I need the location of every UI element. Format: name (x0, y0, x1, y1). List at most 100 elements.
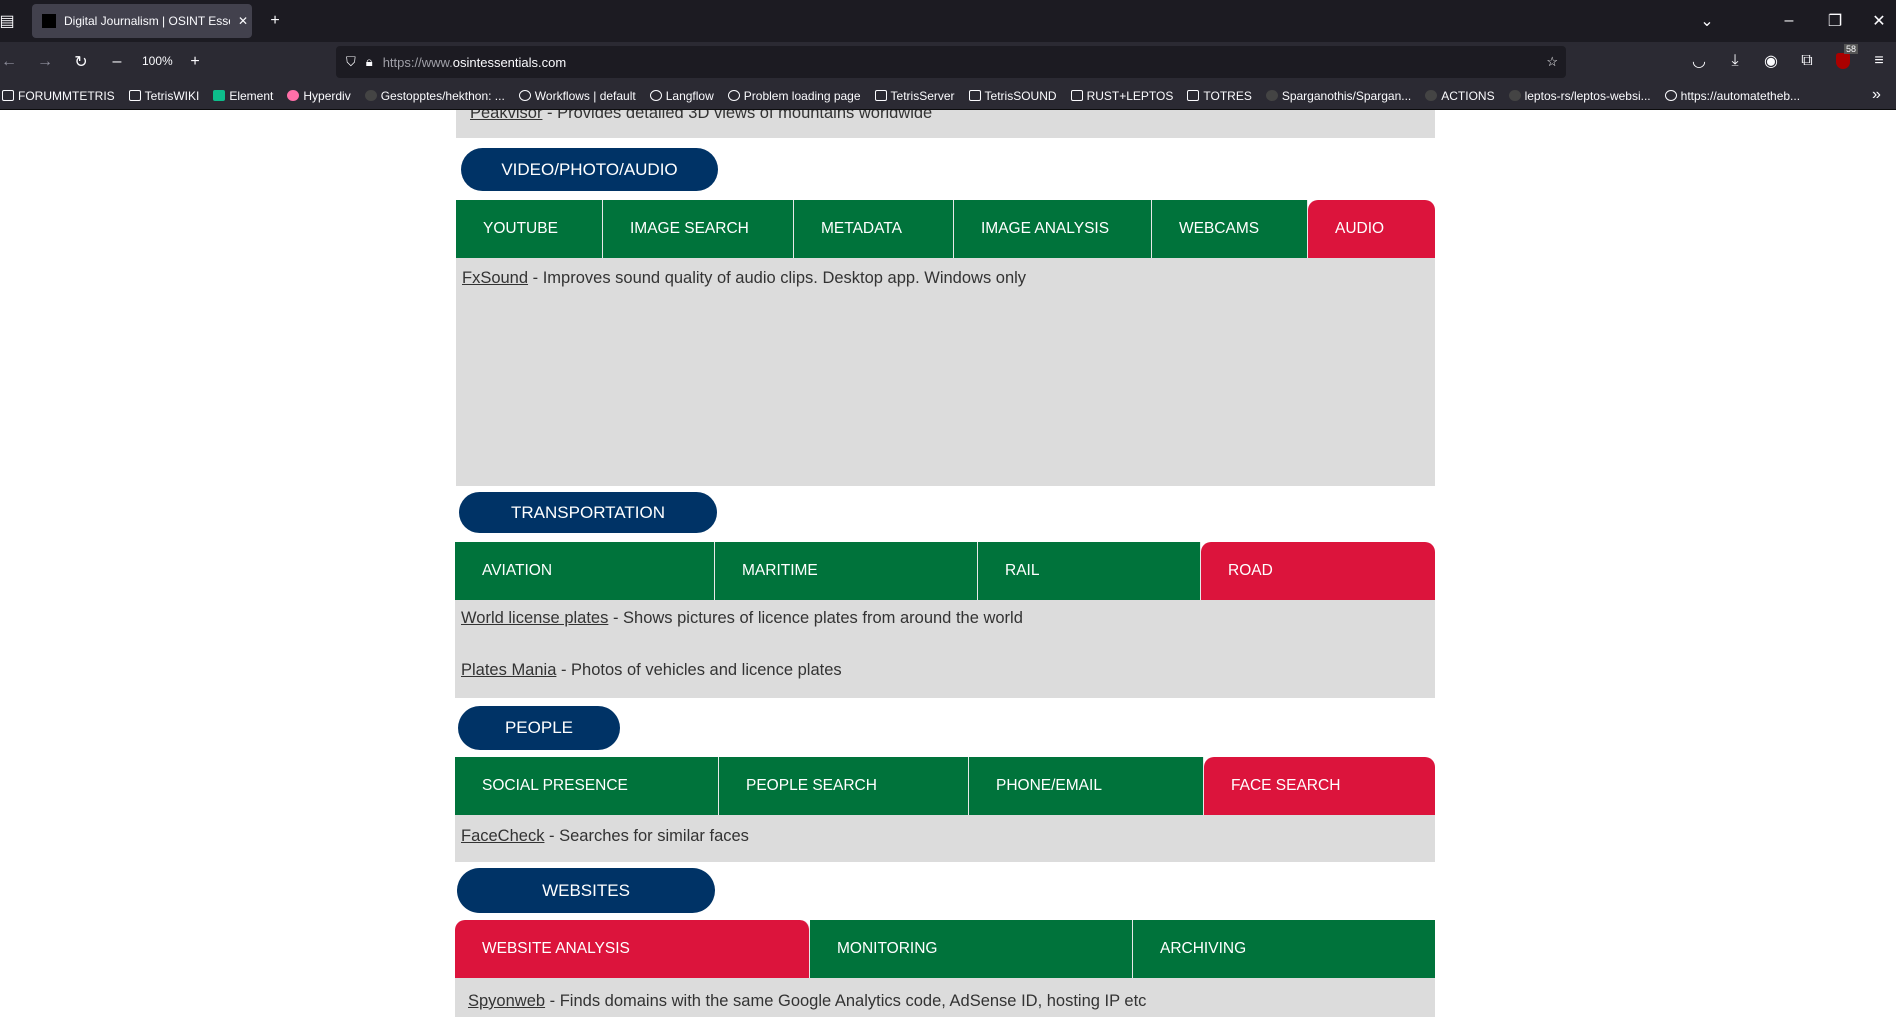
github-icon (1508, 90, 1521, 101)
resource-description: - Finds domains with the same Google Ana… (545, 992, 1147, 1010)
video-tab-content: FxSound - Improves sound quality of audi… (456, 258, 1435, 486)
back-button[interactable]: ← (0, 49, 22, 75)
resource-link[interactable]: FaceCheck (461, 827, 544, 845)
element-icon (213, 90, 226, 101)
tab-list-icon[interactable]: ▤ (0, 8, 20, 34)
tab-archiving[interactable]: ARCHIVING (1133, 920, 1435, 978)
pocket-icon[interactable]: ◡ (1686, 48, 1712, 74)
tab-people-search[interactable]: PEOPLE SEARCH (719, 757, 969, 815)
peakvisor-link[interactable]: Peakvisor (470, 110, 542, 122)
list-item: FaceCheck - Searches for similar faces (461, 827, 749, 846)
bookmarks-overflow-icon[interactable]: » (1872, 86, 1881, 104)
url-domain: osintessentials.com (452, 54, 567, 70)
bookmark-label: RUST+LEPTOS (1086, 88, 1174, 103)
folder-icon (2, 90, 14, 101)
ublock-icon[interactable]: 58 (1830, 44, 1858, 74)
bookmark-item[interactable]: Gestopptes/hekthon: ... (364, 88, 505, 103)
tab-rail[interactable]: RAIL (978, 542, 1201, 600)
tab-image-search[interactable]: IMAGE SEARCH (603, 200, 794, 258)
close-window-button[interactable]: ✕ (1866, 8, 1892, 34)
transport-tab-content: World license plates - Shows pictures of… (455, 600, 1435, 698)
tab-maritime[interactable]: MARITIME (715, 542, 978, 600)
extensions-icon[interactable]: ⧉ (1794, 48, 1820, 74)
resource-link[interactable]: World license plates (461, 609, 608, 627)
bookmark-label: Element (229, 88, 274, 103)
tab-metadata[interactable]: METADATA (794, 200, 954, 258)
extension-badge: 58 (1843, 44, 1858, 54)
bookmark-item[interactable]: Langflow (649, 88, 714, 103)
zoom-in-button[interactable]: + (182, 49, 208, 75)
bookmark-item[interactable]: TetrisWIKI (128, 88, 200, 103)
menu-icon[interactable]: ≡ (1866, 48, 1892, 74)
bookmark-label: Gestopptes/hekthon: ... (380, 88, 505, 103)
resource-link[interactable]: Plates Mania (461, 661, 556, 679)
new-tab-button[interactable]: + (262, 8, 288, 34)
resource-description: - Improves sound quality of audio clips.… (528, 269, 1027, 287)
chevron-down-icon[interactable]: ⌄ (1694, 8, 1720, 34)
account-icon[interactable]: ◉ (1758, 48, 1784, 74)
websites-heading: WEBSITES (457, 868, 715, 913)
hyperdiv-icon (287, 90, 300, 101)
zoom-level[interactable]: 100% (142, 54, 173, 68)
tab-aviation[interactable]: AVIATION (455, 542, 715, 600)
bookmark-label: ACTIONS (1441, 88, 1495, 103)
bookmark-item[interactable]: FORUMMTETRIS (2, 89, 115, 103)
bookmark-label: Langflow (665, 88, 714, 103)
totres-icon (1187, 90, 1200, 101)
tab-road[interactable]: ROAD (1201, 542, 1435, 600)
url-text[interactable]: https://www.osintessentials.com (383, 55, 567, 70)
reload-button[interactable]: ↻ (68, 49, 94, 75)
resource-link[interactable]: Spyonweb (468, 992, 545, 1010)
bookmark-item[interactable]: TOTRES (1187, 88, 1252, 103)
websites-tabs: WEBSITE ANALYSIS MONITORING ARCHIVING (455, 920, 1435, 978)
bookmark-item[interactable]: Sparganothis/Spargan... (1265, 89, 1411, 103)
bookmark-item[interactable]: ACTIONS (1425, 88, 1495, 103)
tab-audio[interactable]: AUDIO (1308, 200, 1435, 258)
shield-icon[interactable]: ⛉ (346, 54, 356, 70)
zoom-out-button[interactable]: – (104, 49, 130, 75)
tab-face-search[interactable]: FACE SEARCH (1204, 757, 1435, 815)
people-tab-content: FaceCheck - Searches for similar faces (455, 815, 1435, 862)
folder-icon (128, 90, 141, 101)
download-icon[interactable]: ⤓ (1722, 48, 1748, 74)
tab-webcams[interactable]: WEBCAMS (1152, 200, 1308, 258)
tab-monitoring[interactable]: MONITORING (810, 920, 1133, 978)
bookmark-item[interactable]: leptos-rs/leptos-websi... (1508, 88, 1651, 103)
bookmark-label: TetrisWIKI (144, 88, 200, 103)
bookmark-label: TetrisSOUND (984, 88, 1057, 103)
resource-link[interactable]: FxSound (462, 269, 528, 287)
bookmark-label: TOTRES (1203, 88, 1252, 103)
video-heading: VIDEO/PHOTO/AUDIO (461, 148, 718, 191)
restore-button[interactable]: ❐ (1822, 8, 1848, 34)
bookmark-label: leptos-rs/leptos-websi... (1524, 88, 1651, 103)
bookmark-item[interactable]: RUST+LEPTOS (1070, 88, 1174, 103)
tab-phone-email[interactable]: PHONE/EMAIL (969, 757, 1204, 815)
url-prefix: https://www. (382, 54, 453, 70)
github-icon (364, 90, 377, 101)
tab-image-analysis[interactable]: IMAGE ANALYSIS (954, 200, 1152, 258)
bookmark-item[interactable]: Problem loading page (727, 89, 861, 103)
bookmark-item[interactable]: Workflows | default (518, 89, 636, 103)
github-icon (1265, 90, 1278, 101)
close-tab-icon[interactable]: ✕ (238, 14, 248, 28)
list-item: Spyonweb - Finds domains with the same G… (468, 992, 1146, 1011)
tab-youtube[interactable]: YOUTUBE (456, 200, 603, 258)
people-tabs: SOCIAL PRESENCE PEOPLE SEARCH PHONE/EMAIL F… (455, 757, 1435, 815)
resource-description: - Shows pictures of licence plates from … (608, 609, 1023, 627)
url-bar[interactable]: ⛉ 🔒︎ https://www.osintessentials.com ☆ (336, 46, 1566, 78)
forward-button[interactable]: → (32, 49, 58, 75)
bookmark-item[interactable]: TetrisServer (874, 89, 955, 103)
minimize-button[interactable]: – (1776, 8, 1802, 34)
bookmark-item[interactable]: Element (213, 89, 273, 103)
list-item: FxSound - Improves sound quality of audi… (462, 269, 1026, 288)
bookmark-item[interactable]: https://automatetheb... (1664, 89, 1800, 103)
list-item: Plates Mania - Photos of vehicles and li… (461, 661, 842, 680)
star-icon[interactable]: ☆ (1546, 54, 1558, 70)
bookmark-item[interactable]: Hyperdiv (287, 89, 351, 103)
tab-website-analysis[interactable]: WEBSITE ANALYSIS (455, 920, 810, 978)
lock-icon[interactable]: 🔒︎ (366, 54, 373, 70)
transport-tabs: AVIATION MARITIME RAIL ROAD (455, 542, 1435, 600)
tab-social-presence[interactable]: SOCIAL PRESENCE (455, 757, 719, 815)
browser-tab[interactable]: Digital Journalism | OSINT Essentials ✕ (32, 4, 252, 38)
bookmark-item[interactable]: TetrisSOUND (968, 88, 1057, 103)
